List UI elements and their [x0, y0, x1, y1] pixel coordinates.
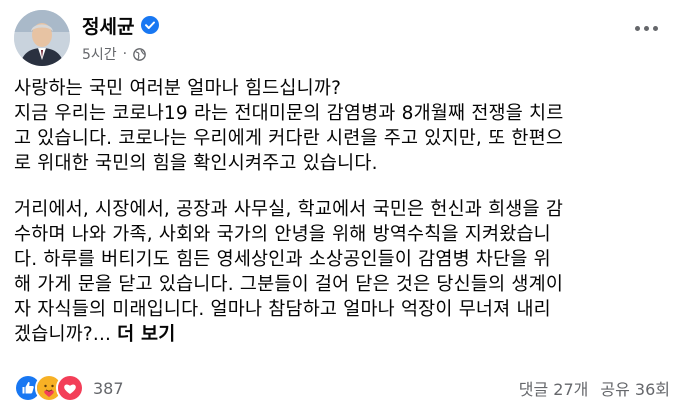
globe-icon[interactable] — [133, 47, 146, 61]
share-count-link[interactable]: 공유 36회 — [600, 376, 670, 400]
post-line: 수하며 나와 가족, 사회와 국가의 안녕을 위해 방역수칙을 지켜왔습니 — [14, 224, 551, 245]
post-line-last: 겠습니까?... 더 보기 — [14, 322, 670, 347]
post-line: 해 가게 문을 닫고 있습니다. 그분들이 걸어 닫은 것은 당신들의 생계이 — [14, 274, 564, 295]
love-reaction-icon — [56, 374, 84, 402]
meta-separator: · — [122, 46, 128, 62]
post-paragraph-2: 거리에서, 시장에서, 공장과 사무실, 학교에서 국민은 헌신과 희생을 감 … — [14, 197, 670, 347]
post-body: 사랑하는 국민 여러분 얼마나 힘드십니까? 지금 우리는 코로나19 라는 전… — [14, 76, 670, 347]
post-timestamp[interactable]: 5시간 — [82, 44, 117, 64]
post-line: 다. 하루를 버티기도 힘든 영세상인과 소상공인들이 감염병 차단을 위 — [14, 249, 551, 270]
post-line: 로 위대한 국민의 힘을 확인시켜주고 있습니다. — [14, 153, 378, 174]
engagement-stats: 댓글 27개 공유 36회 — [519, 373, 670, 403]
verified-badge-icon — [141, 16, 160, 34]
author-avatar[interactable] — [14, 10, 70, 66]
post-line: 지금 우리는 코로나19 라는 전대미문의 감염병과 8개월째 전쟁을 치르 — [14, 103, 564, 124]
author-name[interactable]: 정세균 — [82, 12, 134, 39]
post-paragraph-1: 사랑하는 국민 여러분 얼마나 힘드십니까? 지금 우리는 코로나19 라는 전… — [14, 76, 670, 176]
more-options-icon[interactable] — [628, 14, 664, 42]
reaction-summary[interactable]: 387 — [14, 373, 124, 403]
post-line: 거리에서, 시장에서, 공장과 사무실, 학교에서 국민은 헌신과 희생을 감 — [14, 199, 564, 220]
post-header: 정세균 5시간 · — [14, 8, 664, 68]
post-line: 사랑하는 국민 여러분 얼마나 힘드십니까? — [14, 78, 342, 99]
see-more-link[interactable]: 더 보기 — [117, 324, 175, 345]
post-line-text: 겠습니까?... — [14, 324, 112, 345]
post-line: 고 있습니다. 코로나는 우리에게 커다란 시련을 주고 있지만, 또 한편으 — [14, 128, 564, 149]
reaction-count[interactable]: 387 — [93, 379, 124, 398]
post-footer: 387 댓글 27개 공유 36회 — [14, 373, 670, 403]
post-line: 자 자식들의 미래입니다. 얼마나 참담하고 얼마나 억장이 무너져 내리 — [14, 299, 551, 320]
comment-count-link[interactable]: 댓글 27개 — [519, 376, 589, 400]
